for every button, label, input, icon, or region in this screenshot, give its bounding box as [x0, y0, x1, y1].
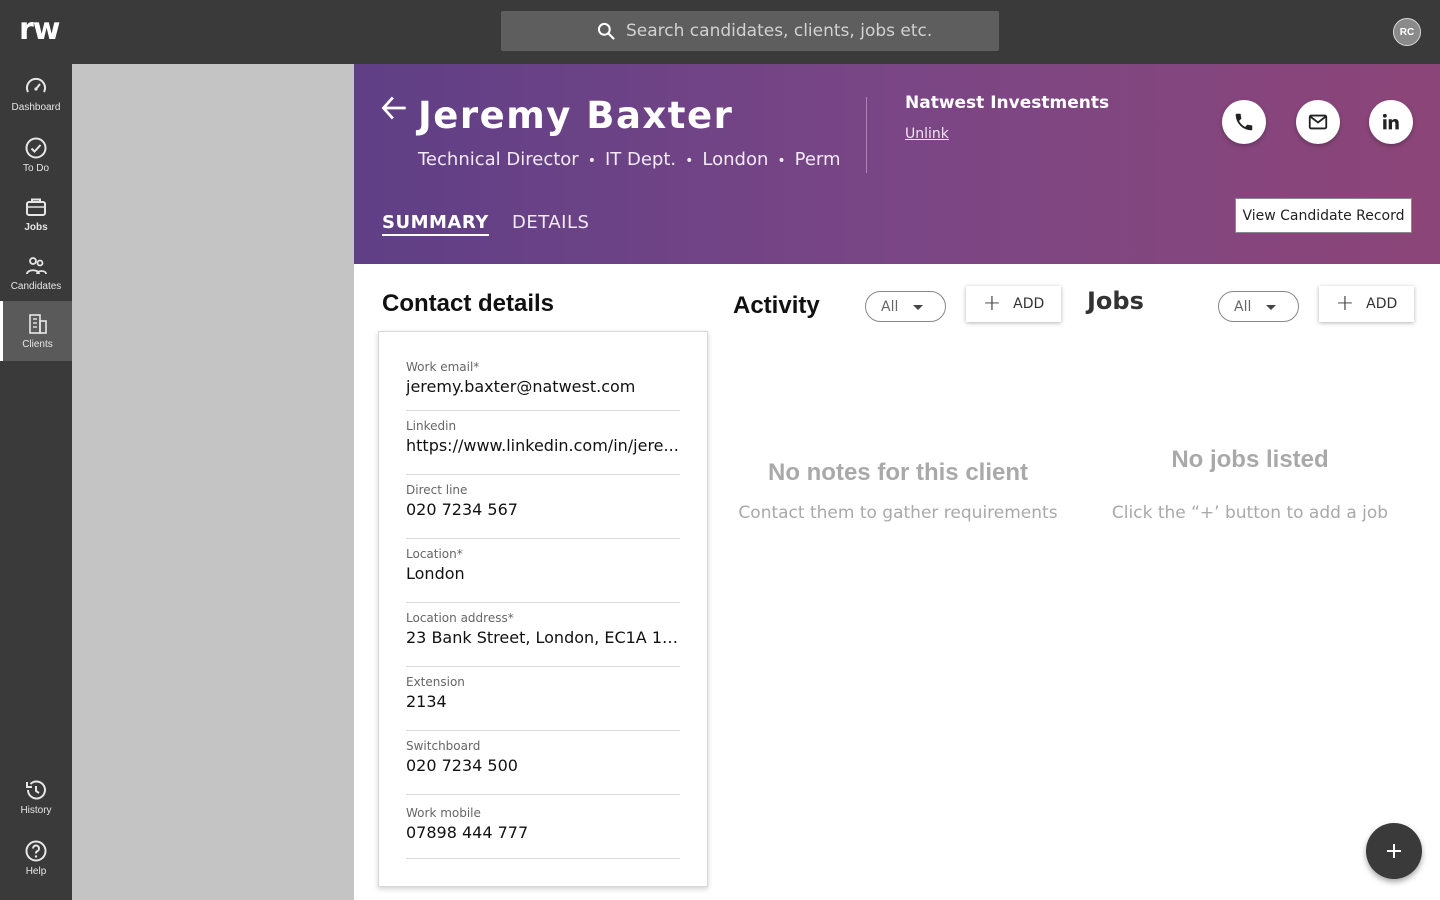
search-icon: [597, 22, 615, 40]
top-bar: rw RC: [0, 0, 1440, 64]
help-icon: [25, 840, 47, 862]
field-value: jeremy.baxter@natwest.com: [406, 377, 636, 396]
plus-icon: +: [1335, 291, 1355, 316]
caret-down-icon: [1266, 305, 1276, 310]
field-label: Work email*: [406, 360, 480, 374]
separator: •: [587, 153, 596, 169]
list-panel: [72, 64, 354, 900]
activity-empty-title: No notes for this client: [767, 459, 1028, 486]
contact-details-title: Contact details: [382, 290, 555, 317]
phone-icon: [1235, 113, 1253, 131]
field-value: 23 Bank Street, London, EC1A 1AA: [406, 628, 680, 647]
gauge-icon: [26, 77, 46, 93]
field-work-email[interactable]: Work email* jeremy.baxter@natwest.com: [406, 360, 680, 411]
sidebar-item-dashboard[interactable]: Dashboard: [0, 64, 72, 124]
header-divider: [866, 97, 867, 173]
activity-title: Activity: [733, 292, 820, 319]
separator: •: [777, 153, 786, 169]
jobs-empty-subtitle: Click the “+’ button to add a job: [1111, 503, 1389, 523]
sidebar-item-label: Help: [25, 866, 47, 877]
contact-name: Jeremy Baxter: [418, 94, 734, 137]
app-logo[interactable]: rw: [19, 12, 61, 47]
sidebar-item-clients[interactable]: Clients: [0, 301, 72, 361]
field-label: Extension: [406, 675, 465, 689]
activity-filter-dropdown[interactable]: All: [865, 291, 946, 322]
call-button[interactable]: [1222, 100, 1266, 144]
caret-down-icon: [913, 305, 923, 310]
sidebar-item-history[interactable]: History: [0, 767, 72, 827]
search-bar[interactable]: [501, 11, 999, 51]
sidebar-item-label: Jobs: [24, 222, 48, 233]
field-switchboard[interactable]: Switchboard 020 7234 500: [406, 739, 680, 795]
email-button[interactable]: [1296, 100, 1340, 144]
linkedin-button[interactable]: [1369, 100, 1413, 144]
sidebar: Dashboard To Do Jobs Candidates Clients …: [0, 64, 72, 900]
jobs-empty-title: No jobs listed: [1171, 446, 1329, 473]
building-icon: [28, 314, 47, 334]
sidebar-item-candidates[interactable]: Candidates: [0, 243, 72, 303]
contact-meta: Technical Director • IT Dept. • London • Perm: [418, 149, 841, 170]
unlink-link[interactable]: Unlink: [905, 126, 949, 142]
sidebar-item-label: Dashboard: [11, 102, 61, 113]
field-label: Switchboard: [406, 739, 481, 753]
add-job-button[interactable]: + ADD: [1319, 286, 1414, 322]
back-arrow-icon[interactable]: [380, 94, 408, 122]
add-label: ADD: [1013, 296, 1045, 312]
field-location[interactable]: Location* London: [406, 547, 680, 603]
separator: •: [685, 153, 694, 169]
sidebar-item-label: Clients: [22, 339, 53, 350]
field-value: 020 7234 500: [406, 756, 518, 775]
tab-summary[interactable]: SUMMARY: [382, 212, 489, 236]
jobs-filter-dropdown[interactable]: All: [1218, 291, 1299, 322]
briefcase-icon: [26, 198, 46, 216]
field-value: https://www.linkedin.com/in/jere...: [406, 436, 679, 455]
field-label: Direct line: [406, 483, 468, 497]
field-value: 2134: [406, 692, 447, 711]
add-label: ADD: [1366, 296, 1398, 312]
plus-icon: [1387, 844, 1401, 858]
add-activity-button[interactable]: + ADD: [966, 286, 1061, 322]
sidebar-item-jobs[interactable]: Jobs: [0, 184, 72, 244]
sidebar-item-label: Candidates: [10, 281, 62, 292]
contact-header: Jeremy Baxter Technical Director • IT Dept…: [354, 64, 1440, 264]
field-work-mobile[interactable]: Work mobile 07898 444 777: [406, 806, 680, 859]
company-name[interactable]: Natwest Investments: [905, 93, 1109, 113]
tab-details[interactable]: DETAILS: [512, 212, 589, 233]
check-circle-icon: [25, 137, 47, 159]
user-avatar[interactable]: RC: [1393, 18, 1421, 46]
contact-role: Technical Director: [418, 149, 579, 170]
filter-value: All: [881, 298, 899, 315]
field-value: 020 7234 567: [406, 500, 518, 519]
search-input[interactable]: [626, 19, 986, 43]
view-candidate-record-button[interactable]: View Candidate Record: [1235, 198, 1412, 233]
field-label: Location*: [406, 547, 463, 561]
floating-add-button[interactable]: [1366, 823, 1422, 879]
field-value: 07898 444 777: [406, 823, 529, 842]
field-label: Location address*: [406, 611, 514, 625]
history-icon: [26, 780, 46, 800]
people-icon: [26, 257, 47, 275]
jobs-title: Jobs: [1087, 287, 1144, 315]
mail-icon: [1308, 114, 1328, 130]
contact-details-card: Work email* jeremy.baxter@natwest.com Li…: [378, 331, 708, 887]
activity-empty-subtitle: Contact them to gather requirements: [738, 503, 1058, 523]
field-location-address[interactable]: Location address* 23 Bank Street, London…: [406, 611, 680, 667]
contact-location: London: [702, 149, 769, 170]
field-direct-line[interactable]: Direct line 020 7234 567: [406, 483, 680, 539]
field-label: Linkedin: [406, 419, 457, 433]
linkedin-icon: [1382, 113, 1399, 130]
field-extension[interactable]: Extension 2134: [406, 675, 680, 731]
field-linkedin[interactable]: Linkedin https://www.linkedin.com/in/jer…: [406, 419, 680, 475]
filter-value: All: [1234, 298, 1252, 315]
contact-type: Perm: [794, 149, 841, 170]
sidebar-item-todo[interactable]: To Do: [0, 125, 72, 185]
field-value: London: [406, 564, 465, 583]
sidebar-item-help[interactable]: Help: [0, 828, 72, 888]
contact-department: IT Dept.: [604, 149, 677, 170]
sidebar-item-label: History: [20, 805, 52, 816]
sidebar-item-label: To Do: [22, 163, 50, 174]
field-label: Work mobile: [406, 806, 481, 820]
plus-icon: +: [982, 291, 1002, 316]
